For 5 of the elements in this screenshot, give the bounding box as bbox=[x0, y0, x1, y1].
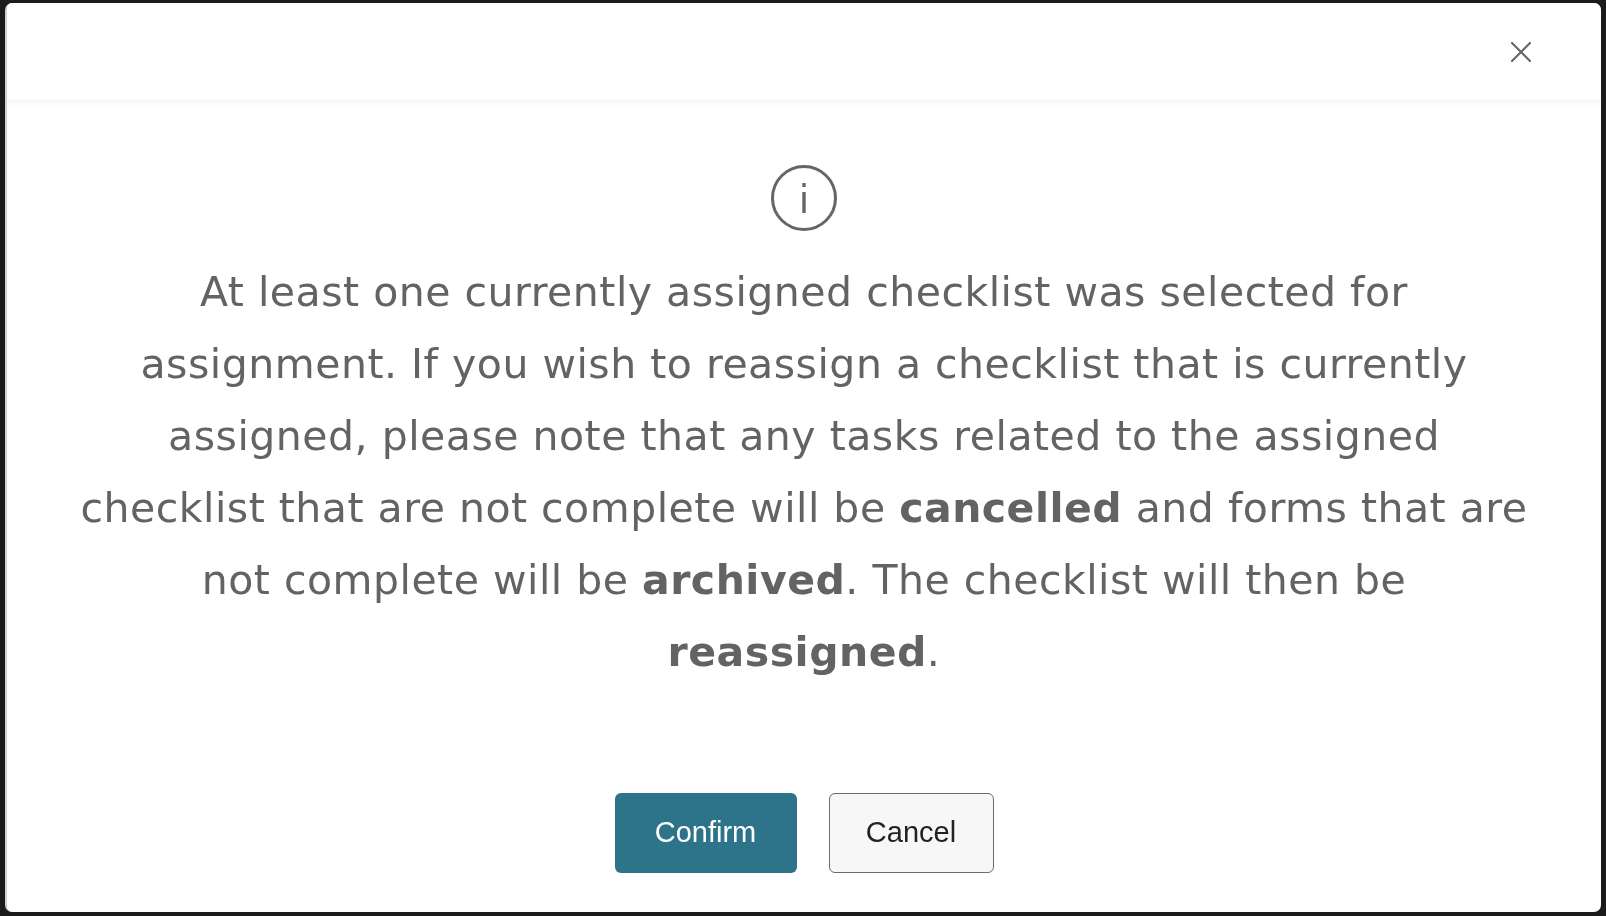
cancel-button[interactable]: Cancel bbox=[828, 793, 994, 873]
info-icon bbox=[771, 165, 837, 231]
confirm-button[interactable]: Confirm bbox=[614, 793, 797, 873]
close-icon bbox=[1511, 41, 1531, 62]
dialog-message: At least one currently assigned checklist was selected for assignment. If you wish to reassign a checklist that is currently assigned, please note that any tasks related to the assigned checklist that are not complete will be cancelled and forms that are not complete will be archived. The checklist will then be reassigned. bbox=[79, 267, 1529, 678]
